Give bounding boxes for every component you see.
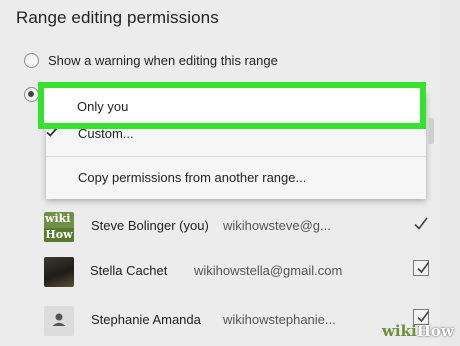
range-permissions-dialog: Range editing permissions Show a warning… (0, 0, 440, 346)
user-name: Stella Cachet (90, 263, 168, 278)
wikihow-watermark: wikiHow (382, 322, 454, 340)
dialog-title: Range editing permissions (16, 8, 219, 27)
wikihow-logo-avatar: wiki How (44, 212, 74, 242)
menu-item-copy-permissions[interactable]: Copy permissions from another range... (78, 170, 306, 185)
menu-divider (46, 156, 426, 157)
user-row: Stephanie Amanda wikihowstephanie... (40, 306, 440, 340)
radio-show-warning[interactable] (24, 53, 39, 68)
menu-item-only-you-label: Only you (77, 99, 129, 114)
user-email: wikihowstella@gmail.com (194, 263, 343, 278)
photo-avatar (44, 257, 74, 287)
checkmark-icon (417, 262, 430, 274)
can-edit-checkmark-icon[interactable] (413, 216, 429, 232)
user-email: wikihowstephanie... (223, 312, 336, 327)
option-show-warning-label[interactable]: Show a warning when editing this range (48, 53, 278, 68)
menu-scrollbar[interactable] (428, 118, 434, 144)
person-icon (44, 306, 74, 336)
user-name: Steve Bolinger (you) (91, 218, 209, 233)
user-row: wiki How Steve Bolinger (you) wikihowste… (40, 212, 440, 246)
user-row: Stella Cachet wikihowstella@gmail.com (40, 257, 440, 291)
can-edit-checkbox[interactable] (413, 260, 430, 276)
menu-item-only-you[interactable]: Only you (38, 82, 426, 129)
user-email: wikihowsteve@g... (223, 218, 331, 233)
radio-restrict-editing[interactable] (24, 87, 39, 102)
user-name: Stephanie Amanda (91, 312, 201, 327)
